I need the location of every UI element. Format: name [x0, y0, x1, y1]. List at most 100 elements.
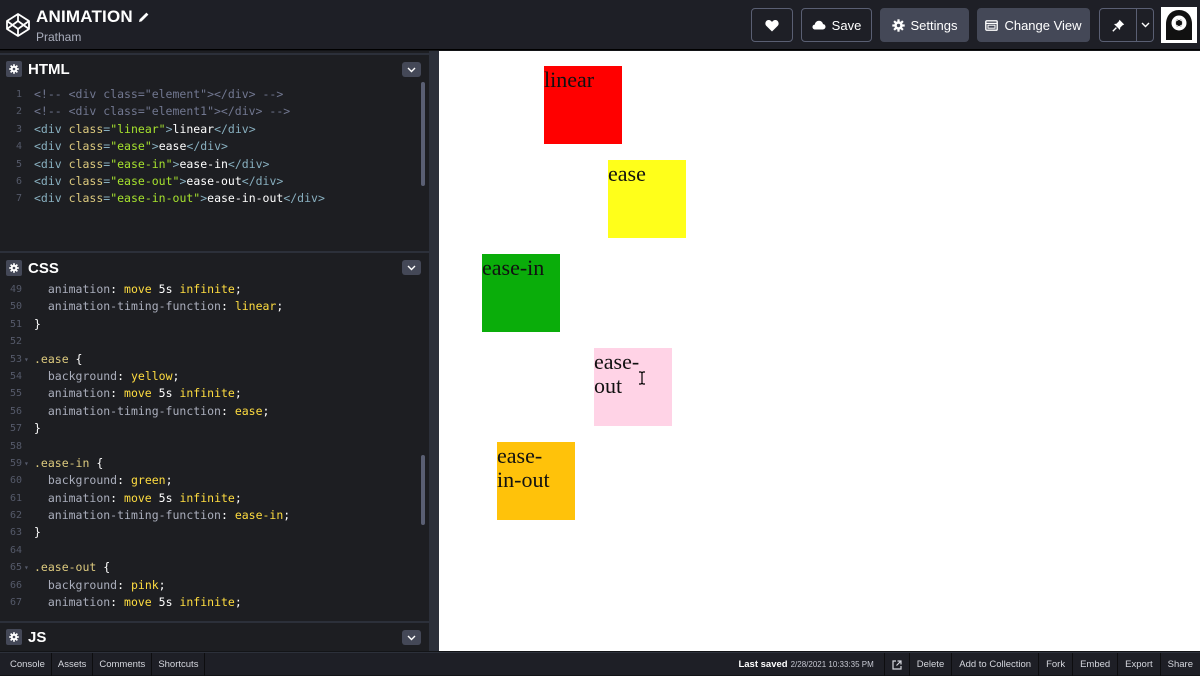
code-line[interactable]: 5 <div class="ease-in">ease-in</div>: [0, 156, 429, 173]
code-text: animation-timing-function: ease-in;: [47, 508, 291, 523]
heart-icon: [765, 19, 779, 31]
code-line[interactable]: 57}: [0, 420, 429, 437]
line-number: 2: [15, 106, 22, 118]
pin-button[interactable]: [1099, 8, 1137, 42]
code-line[interactable]: 4 <div class="ease">ease</div>: [0, 138, 429, 155]
console-button[interactable]: Console: [0, 652, 52, 676]
css-panel-header: CSS: [0, 251, 429, 283]
html-panel-title: HTML: [28, 60, 70, 78]
html-editor-scrollbar[interactable]: [421, 82, 425, 186]
line-number: 5: [15, 158, 22, 170]
line-number: 53: [9, 353, 22, 365]
line-number: 1: [15, 89, 22, 100]
author-name[interactable]: Pratham: [36, 30, 150, 44]
footer-actions: Last saved 2/28/2021 10:33:35 PM Delete A…: [738, 653, 1200, 676]
css-editor-scrollbar[interactable]: [421, 455, 425, 525]
code-text: .ease-in {: [34, 455, 104, 470]
pen-title-text: ANIMATION: [36, 7, 133, 26]
code-line[interactable]: 54 background: yellow;: [0, 368, 429, 385]
pencil-icon[interactable]: [138, 11, 150, 23]
code-line[interactable]: 55 animation: move 5s infinite;: [0, 385, 429, 402]
code-line[interactable]: 60 background: green;: [0, 472, 429, 489]
chevron-down-icon: [407, 265, 416, 270]
love-button[interactable]: [751, 8, 793, 42]
code-text: }: [34, 525, 41, 540]
line-number: 63: [9, 527, 22, 539]
add-to-collection-button[interactable]: Add to Collection: [951, 653, 1038, 676]
code-line[interactable]: 58: [0, 438, 429, 455]
layout-icon: [985, 19, 999, 31]
export-button[interactable]: Export: [1117, 653, 1159, 676]
shortcuts-button[interactable]: Shortcuts: [152, 652, 206, 676]
line-number: 61: [9, 492, 22, 504]
css-code-editor[interactable]: 49 animation: move 5s infinite; 50 animat…: [0, 281, 429, 621]
code-line[interactable]: 66 background: pink;: [0, 577, 429, 594]
open-external-button[interactable]: [883, 653, 909, 676]
settings-button[interactable]: Settings: [880, 8, 969, 42]
code-line[interactable]: 61 animation: move 5s infinite;: [0, 490, 429, 507]
avatar[interactable]: [1161, 7, 1197, 43]
line-number: 56: [9, 405, 22, 417]
change-view-button[interactable]: Change View: [977, 8, 1090, 42]
code-text: <div class="linear">linear</div>: [34, 121, 256, 136]
comments-button[interactable]: Comments: [93, 652, 153, 676]
box-ease-in-out: ease-in-out: [497, 442, 575, 520]
gear-icon: [9, 263, 19, 273]
share-button[interactable]: Share: [1159, 653, 1200, 676]
assets-button[interactable]: Assets: [52, 652, 94, 676]
code-text: background: yellow;: [47, 368, 180, 383]
codepen-logo-icon[interactable]: [5, 12, 31, 38]
pen-title[interactable]: ANIMATION: [36, 7, 150, 27]
box-ease: ease: [608, 160, 686, 238]
css-panel-title: CSS: [28, 259, 59, 277]
code-text: animation: move 5s infinite;: [47, 386, 242, 401]
box-linear: linear: [544, 66, 622, 144]
js-panel-menu-button[interactable]: [402, 630, 421, 645]
code-line[interactable]: 63}: [0, 524, 429, 541]
code-line[interactable]: 50 animation-timing-function: linear;: [0, 298, 429, 315]
css-panel-menu-button[interactable]: [402, 260, 421, 275]
box-ease-in: ease-in: [482, 254, 560, 332]
html-panel-header: HTML: [0, 53, 429, 83]
code-line[interactable]: 56 animation-timing-function: ease;: [0, 403, 429, 420]
code-line[interactable]: 52: [0, 333, 429, 350]
code-line[interactable]: 67 animation: move 5s infinite;: [0, 594, 429, 611]
fold-arrow-icon[interactable]: ▾: [24, 455, 29, 472]
code-line[interactable]: 49 animation: move 5s infinite;: [0, 281, 429, 298]
fold-arrow-icon[interactable]: ▾: [24, 351, 29, 368]
chevron-down-icon: [1141, 22, 1149, 28]
code-line[interactable]: 1 <!-- <div class="element"></div> -->: [0, 86, 429, 103]
pin-dropdown-button[interactable]: [1136, 8, 1154, 42]
result-preview[interactable]: linear ease ease-in ease-out ease-in-out: [439, 51, 1200, 651]
html-panel-menu-button[interactable]: [402, 62, 421, 77]
code-line[interactable]: 7 <div class="ease-in-out">ease-in-out</d…: [0, 190, 429, 207]
js-panel-title: JS: [28, 628, 47, 646]
code-line[interactable]: 59 ▾ .ease-in {: [0, 455, 429, 472]
box-label: ease-in-out: [497, 443, 550, 492]
code-line[interactable]: 64: [0, 542, 429, 559]
save-label: Save: [831, 17, 862, 33]
js-settings-button[interactable]: [6, 629, 22, 645]
gear-icon: [891, 18, 905, 32]
embed-button[interactable]: Embed: [1072, 653, 1117, 676]
delete-button[interactable]: Delete: [908, 653, 951, 676]
fold-arrow-icon[interactable]: ▾: [24, 559, 29, 576]
code-text: .ease-out {: [34, 560, 111, 575]
code-line[interactable]: 53 ▾ .ease {: [0, 351, 429, 368]
html-settings-button[interactable]: [6, 61, 22, 77]
code-line[interactable]: 62 animation-timing-function: ease-in;: [0, 507, 429, 524]
resize-gutter[interactable]: [429, 51, 439, 651]
html-code-editor[interactable]: 1 <!-- <div class="element"></div> --> 2 <!…: [0, 85, 429, 250]
last-saved-label: Last saved: [738, 659, 788, 670]
pin-icon: [1111, 19, 1124, 32]
code-line[interactable]: 65 ▾ .ease-out {: [0, 559, 429, 576]
code-line[interactable]: 51}: [0, 316, 429, 333]
code-line[interactable]: 3 <div class="linear">linear</div>: [0, 121, 429, 138]
css-settings-button[interactable]: [6, 260, 22, 276]
fork-button[interactable]: Fork: [1038, 653, 1072, 676]
code-line[interactable]: 2 <!-- <div class="element1"></div> -->: [0, 103, 429, 120]
code-line[interactable]: 6 <div class="ease-out">ease-out</div>: [0, 173, 429, 190]
code-text: animation: move 5s infinite;: [47, 490, 242, 505]
save-button[interactable]: Save: [801, 8, 872, 42]
code-text: <div class="ease-in">ease-in</div>: [34, 156, 270, 171]
